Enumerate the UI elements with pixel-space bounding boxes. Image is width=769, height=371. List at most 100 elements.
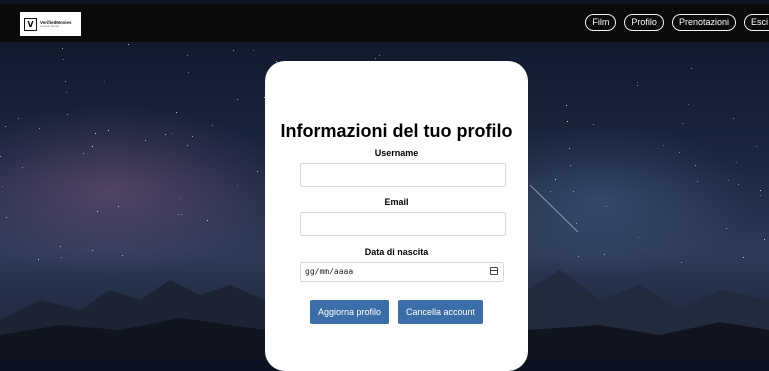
star	[237, 185, 238, 186]
star	[62, 48, 63, 49]
star	[570, 165, 571, 166]
star	[5, 126, 6, 127]
star	[760, 195, 761, 196]
nav-film-button[interactable]: Film	[585, 14, 617, 31]
star	[67, 114, 68, 115]
profile-card: Informazioni del tuo profilo Username Em…	[265, 61, 528, 371]
star	[192, 136, 193, 137]
star	[679, 152, 680, 153]
star	[375, 58, 376, 59]
star	[593, 124, 594, 125]
star	[63, 59, 64, 60]
star	[567, 121, 568, 122]
star	[188, 72, 189, 73]
star	[61, 257, 62, 258]
star	[697, 181, 698, 182]
star	[171, 133, 172, 134]
star	[566, 105, 567, 106]
star	[38, 259, 39, 260]
star	[0, 156, 1, 157]
update-profile-button[interactable]: Aggiorna profilo	[310, 300, 390, 324]
star	[128, 44, 129, 45]
star	[104, 81, 105, 82]
star	[6, 217, 7, 218]
star	[118, 206, 119, 207]
star	[695, 165, 696, 166]
star	[187, 145, 188, 146]
star	[550, 191, 551, 192]
star	[145, 140, 146, 141]
star	[691, 68, 692, 69]
site-logo[interactable]: V VerifiedMovies cinema planet	[20, 12, 81, 36]
email-label: Email	[384, 197, 409, 207]
star	[743, 257, 744, 258]
star	[253, 50, 254, 51]
logo-mark-icon: V	[24, 17, 37, 31]
star	[22, 167, 23, 168]
star	[738, 184, 739, 185]
star	[181, 214, 182, 215]
dob-placeholder: gg/mm/aaaa	[305, 267, 354, 276]
star	[760, 190, 761, 191]
star	[237, 99, 238, 100]
star	[688, 104, 689, 105]
delete-account-button[interactable]: Cancella account	[398, 300, 484, 324]
star	[178, 214, 179, 215]
page-title: Informazioni del tuo profilo	[280, 121, 513, 141]
star	[638, 237, 639, 238]
star	[92, 250, 93, 251]
star	[2, 186, 3, 187]
star	[212, 125, 213, 126]
star	[83, 153, 84, 154]
username-label: Username	[374, 148, 419, 158]
star	[573, 191, 574, 192]
nav-esci-button[interactable]: Esci	[743, 14, 769, 31]
nav-links: Film Profilo Prenotazioni Esci	[585, 14, 769, 31]
star	[122, 255, 123, 256]
star	[379, 55, 380, 56]
dob-label: Data di nascita	[364, 247, 429, 257]
star	[555, 179, 556, 180]
star	[108, 130, 109, 131]
star	[604, 254, 605, 255]
star	[257, 171, 258, 172]
star	[726, 228, 727, 229]
star	[60, 246, 61, 247]
star	[682, 123, 683, 124]
star	[728, 180, 729, 181]
star	[681, 262, 682, 263]
dob-date-input[interactable]: gg/mm/aaaa	[300, 262, 504, 282]
star	[180, 198, 181, 199]
star	[95, 133, 96, 134]
star	[637, 82, 638, 83]
calendar-icon[interactable]	[490, 267, 498, 275]
star	[606, 206, 607, 207]
star	[65, 81, 66, 82]
star	[18, 118, 19, 119]
star	[97, 211, 98, 212]
star	[736, 162, 737, 163]
logo-subtitle: cinema planet	[40, 25, 60, 28]
star	[733, 118, 734, 119]
star	[176, 112, 177, 113]
email-input[interactable]	[300, 212, 506, 236]
star	[663, 145, 664, 146]
star	[207, 220, 208, 221]
star	[233, 50, 234, 51]
star	[187, 55, 188, 56]
star	[569, 148, 570, 149]
nav-profilo-button[interactable]: Profilo	[624, 14, 664, 31]
star	[66, 92, 67, 93]
logo-text: VerifiedMovies cinema planet	[40, 20, 72, 28]
star	[578, 256, 579, 257]
star	[39, 128, 40, 129]
username-input[interactable]	[300, 163, 506, 187]
star	[756, 146, 757, 147]
top-navbar: V VerifiedMovies cinema planet Film Prof…	[0, 4, 769, 42]
star	[92, 146, 93, 147]
star	[165, 134, 166, 135]
star	[637, 85, 638, 86]
star	[764, 239, 765, 240]
nav-prenotazioni-button[interactable]: Prenotazioni	[671, 14, 736, 31]
star	[576, 223, 577, 224]
